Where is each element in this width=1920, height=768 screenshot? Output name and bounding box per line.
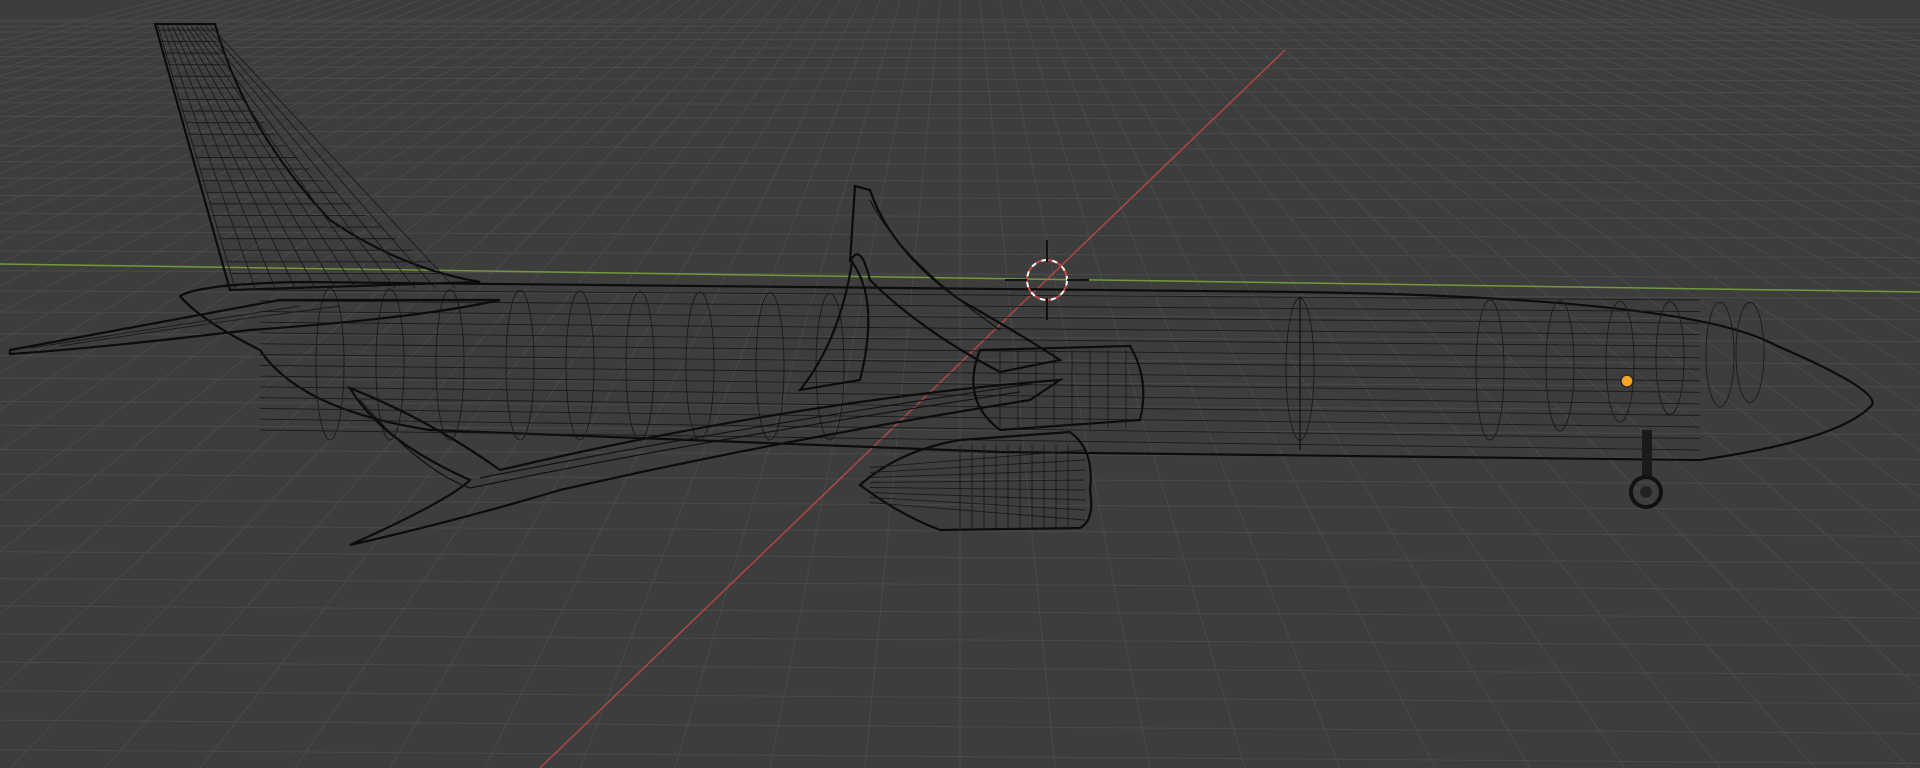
viewport-canvas[interactable] (0, 0, 1920, 768)
vertical-tail-fin[interactable] (153, 22, 481, 292)
near-engine[interactable] (858, 430, 1093, 532)
object-origin[interactable] (1620, 374, 1634, 388)
3d-viewport[interactable] (0, 0, 1920, 768)
nose-landing-gear[interactable] (1629, 430, 1663, 509)
horizontal-stabilizer[interactable] (8, 298, 501, 356)
aircraft-model[interactable] (8, 22, 1874, 547)
